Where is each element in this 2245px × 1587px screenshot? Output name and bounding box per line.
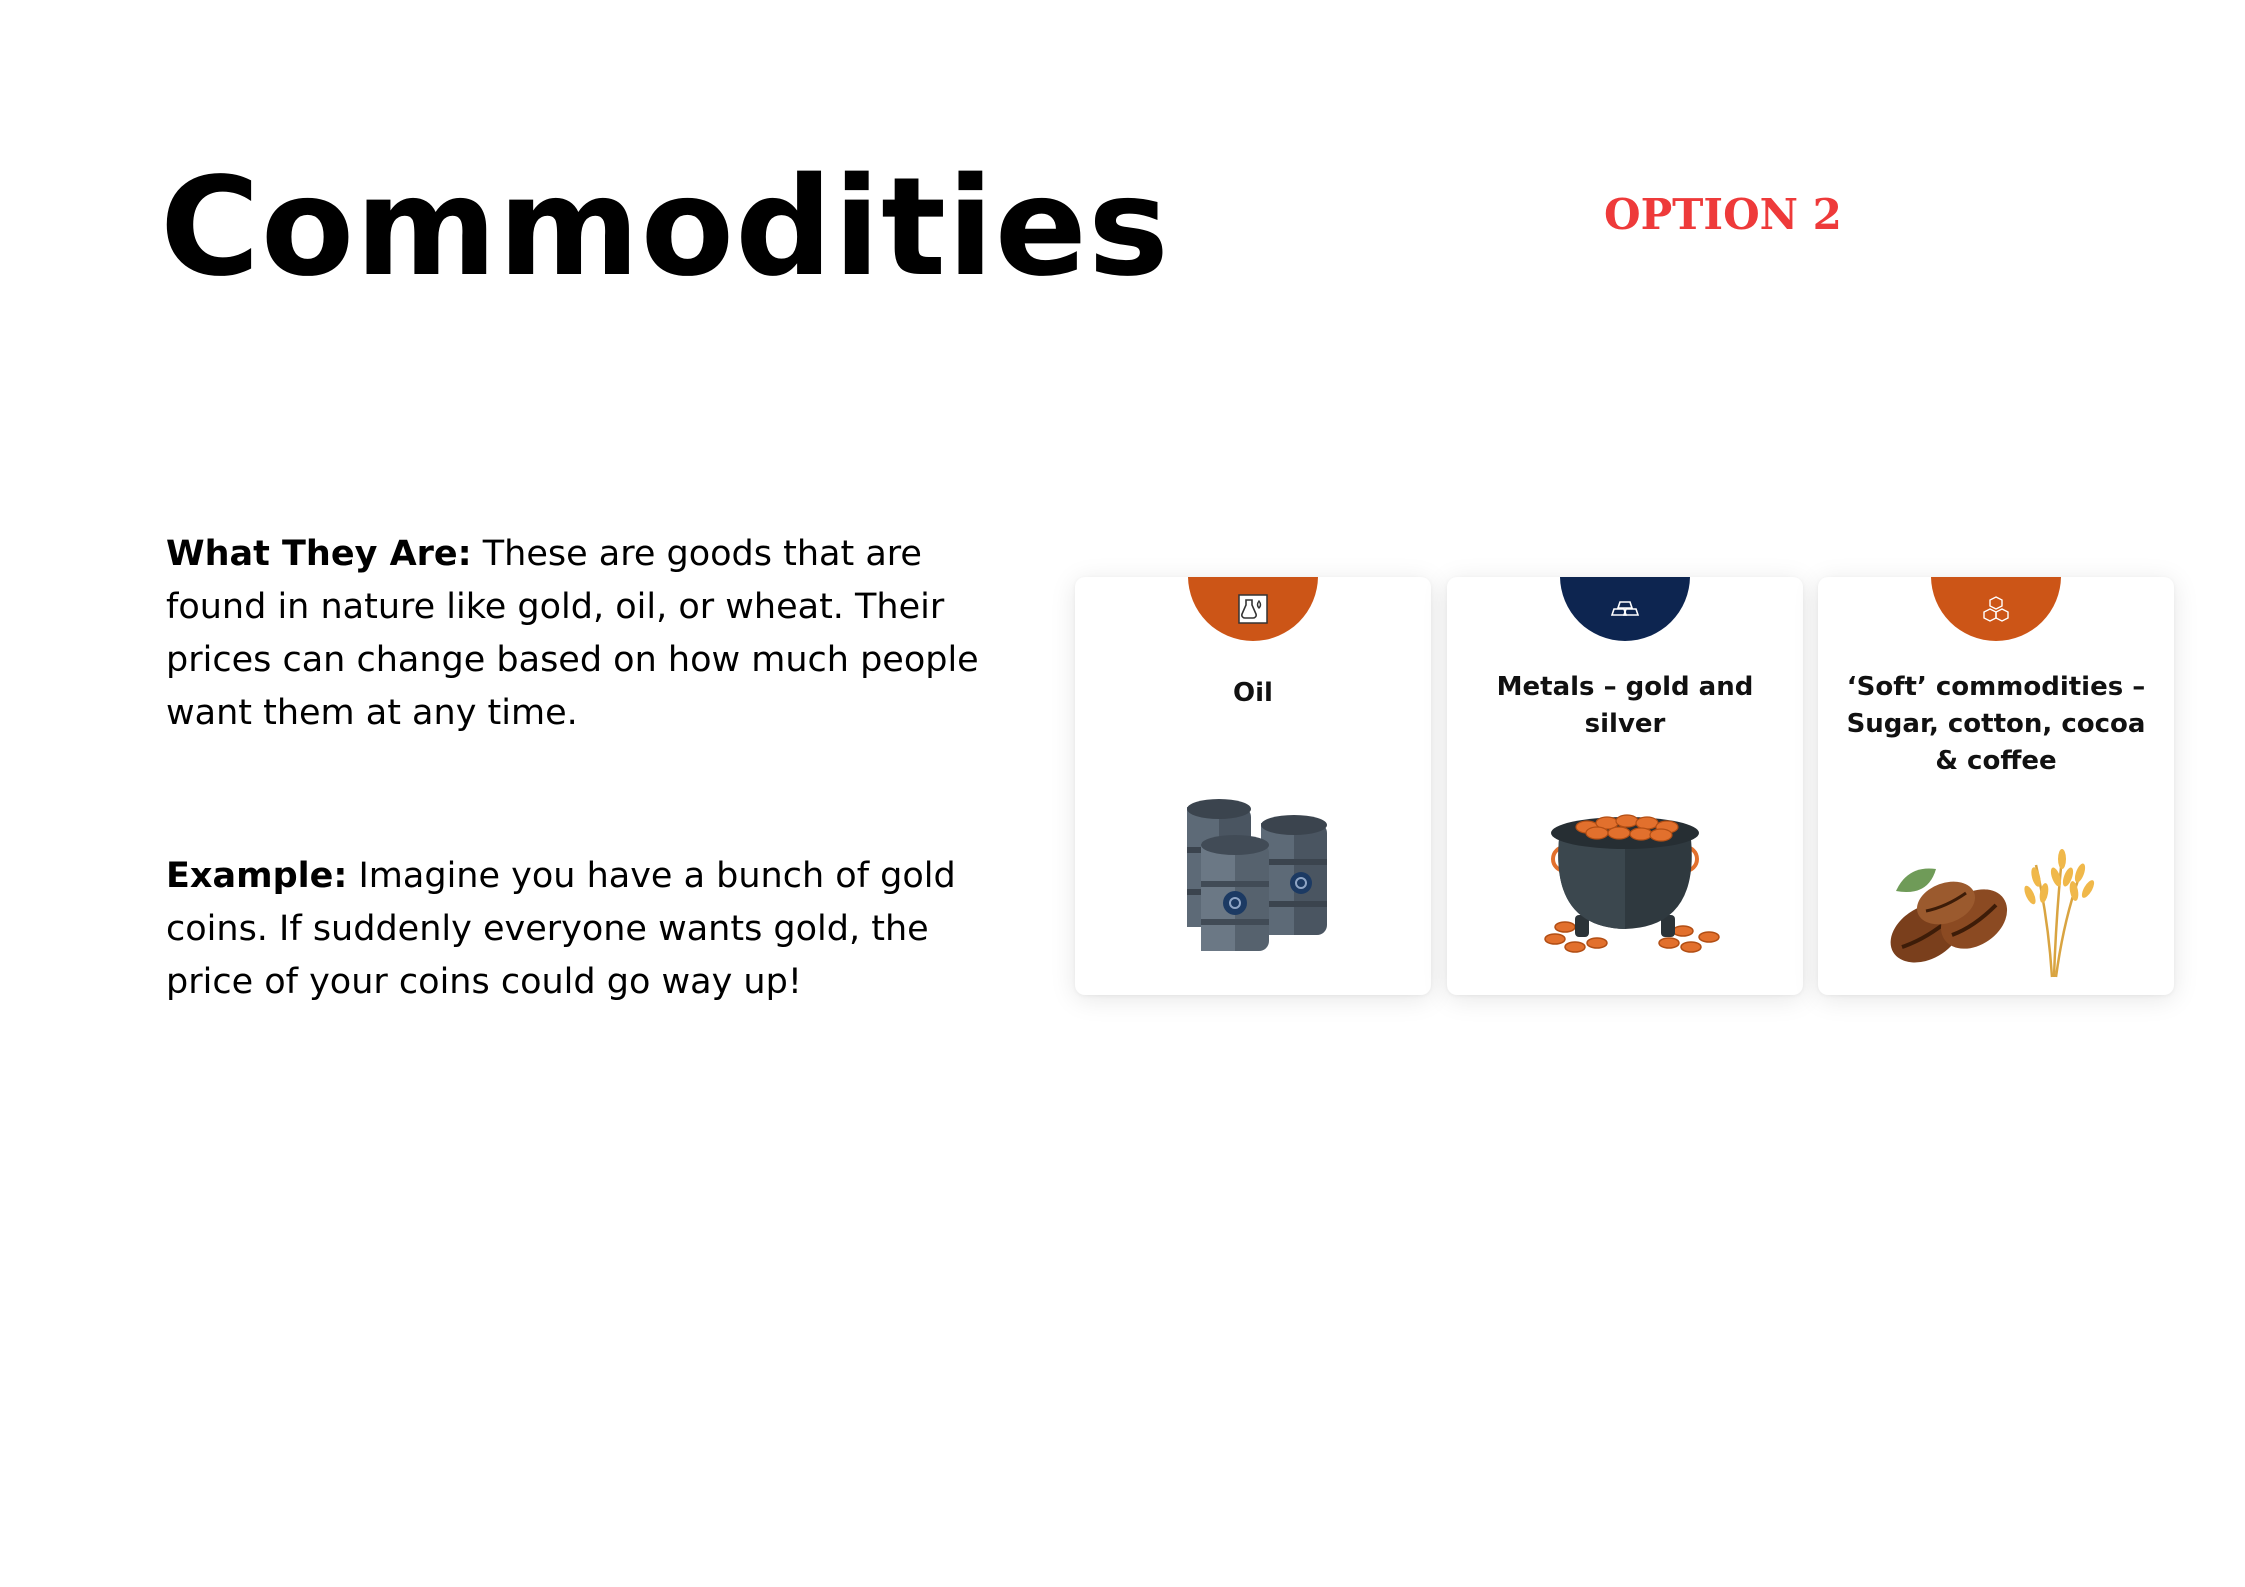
- coffee-and-wheat-illustration: [1890, 849, 2095, 978]
- card-metals: Metals – gold and silver: [1447, 577, 1803, 995]
- card-soft-commodities: ‘Soft’ commodities – Sugar, cotton, coco…: [1818, 577, 2174, 995]
- option-tag: OPTION 2: [1604, 190, 1842, 239]
- what-they-are-label: What They Are:: [166, 534, 472, 574]
- what-they-are-paragraph: What They Are: These are goods that are …: [166, 528, 1016, 740]
- example-paragraph: Example: Imagine you have a bunch of gol…: [166, 850, 1016, 1009]
- oil-barrels-illustration: [1187, 799, 1327, 951]
- example-label: Example:: [166, 856, 348, 896]
- pot-of-coins-illustration: [1544, 814, 1720, 953]
- page-title: Commodities: [160, 149, 1170, 307]
- card-oil: Oil: [1075, 577, 1431, 995]
